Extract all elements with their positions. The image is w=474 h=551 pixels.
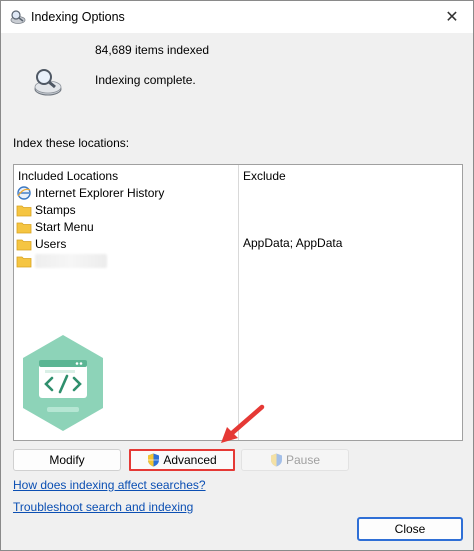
indexing-status: Indexing complete. [95, 73, 196, 87]
location-name: Stamps [35, 202, 76, 217]
folder-icon [16, 203, 32, 217]
indexing-options-window: Indexing Options ✕ 84,689 items indexed … [0, 0, 474, 551]
advanced-button-label: Advanced [163, 453, 217, 467]
folder-icon [16, 254, 32, 268]
uac-shield-icon [147, 453, 160, 467]
index-locations-label: Index these locations: [13, 136, 130, 150]
code-badge-watermark [19, 333, 107, 433]
close-button[interactable]: Close [357, 517, 463, 541]
items-indexed-count: 84,689 items indexed [95, 43, 210, 57]
window-title: Indexing Options [31, 10, 125, 24]
list-item[interactable]: Internet Explorer History [16, 184, 164, 201]
uac-shield-icon [270, 453, 283, 467]
list-item[interactable] [16, 252, 107, 269]
troubleshoot-link[interactable]: Troubleshoot search and indexing [13, 500, 193, 514]
pause-button-label: Pause [285, 453, 321, 467]
blurred-location-name [35, 253, 107, 268]
list-item[interactable]: Stamps [16, 201, 76, 218]
list-item[interactable]: Users [16, 235, 66, 252]
close-icon[interactable]: ✕ [441, 6, 463, 28]
pause-button[interactable]: Pause [241, 449, 349, 471]
location-name: Users [35, 236, 67, 251]
magnifier-drive-icon [31, 67, 63, 97]
list-item[interactable]: Start Menu [16, 218, 94, 235]
title-bar[interactable]: Indexing Options ✕ [1, 1, 473, 33]
included-locations-header[interactable]: Included Locations [18, 169, 118, 183]
exclude-value: AppData; AppData [243, 236, 343, 250]
location-name: Internet Explorer History [35, 185, 165, 200]
modify-button[interactable]: Modify [13, 449, 121, 471]
folder-icon [16, 220, 32, 234]
folder-icon [16, 237, 32, 251]
advanced-button[interactable]: Advanced [129, 449, 235, 471]
indexing-options-icon [9, 9, 27, 25]
locations-list[interactable]: Included Locations Exclude Internet Expl… [13, 164, 463, 441]
red-arrow-annotation [215, 403, 267, 447]
ie-history-icon [16, 185, 32, 200]
exclude-header[interactable]: Exclude [243, 169, 286, 183]
column-divider [238, 165, 239, 440]
indexing-affect-searches-link[interactable]: How does indexing affect searches? [13, 478, 206, 492]
location-name: Start Menu [35, 219, 94, 234]
